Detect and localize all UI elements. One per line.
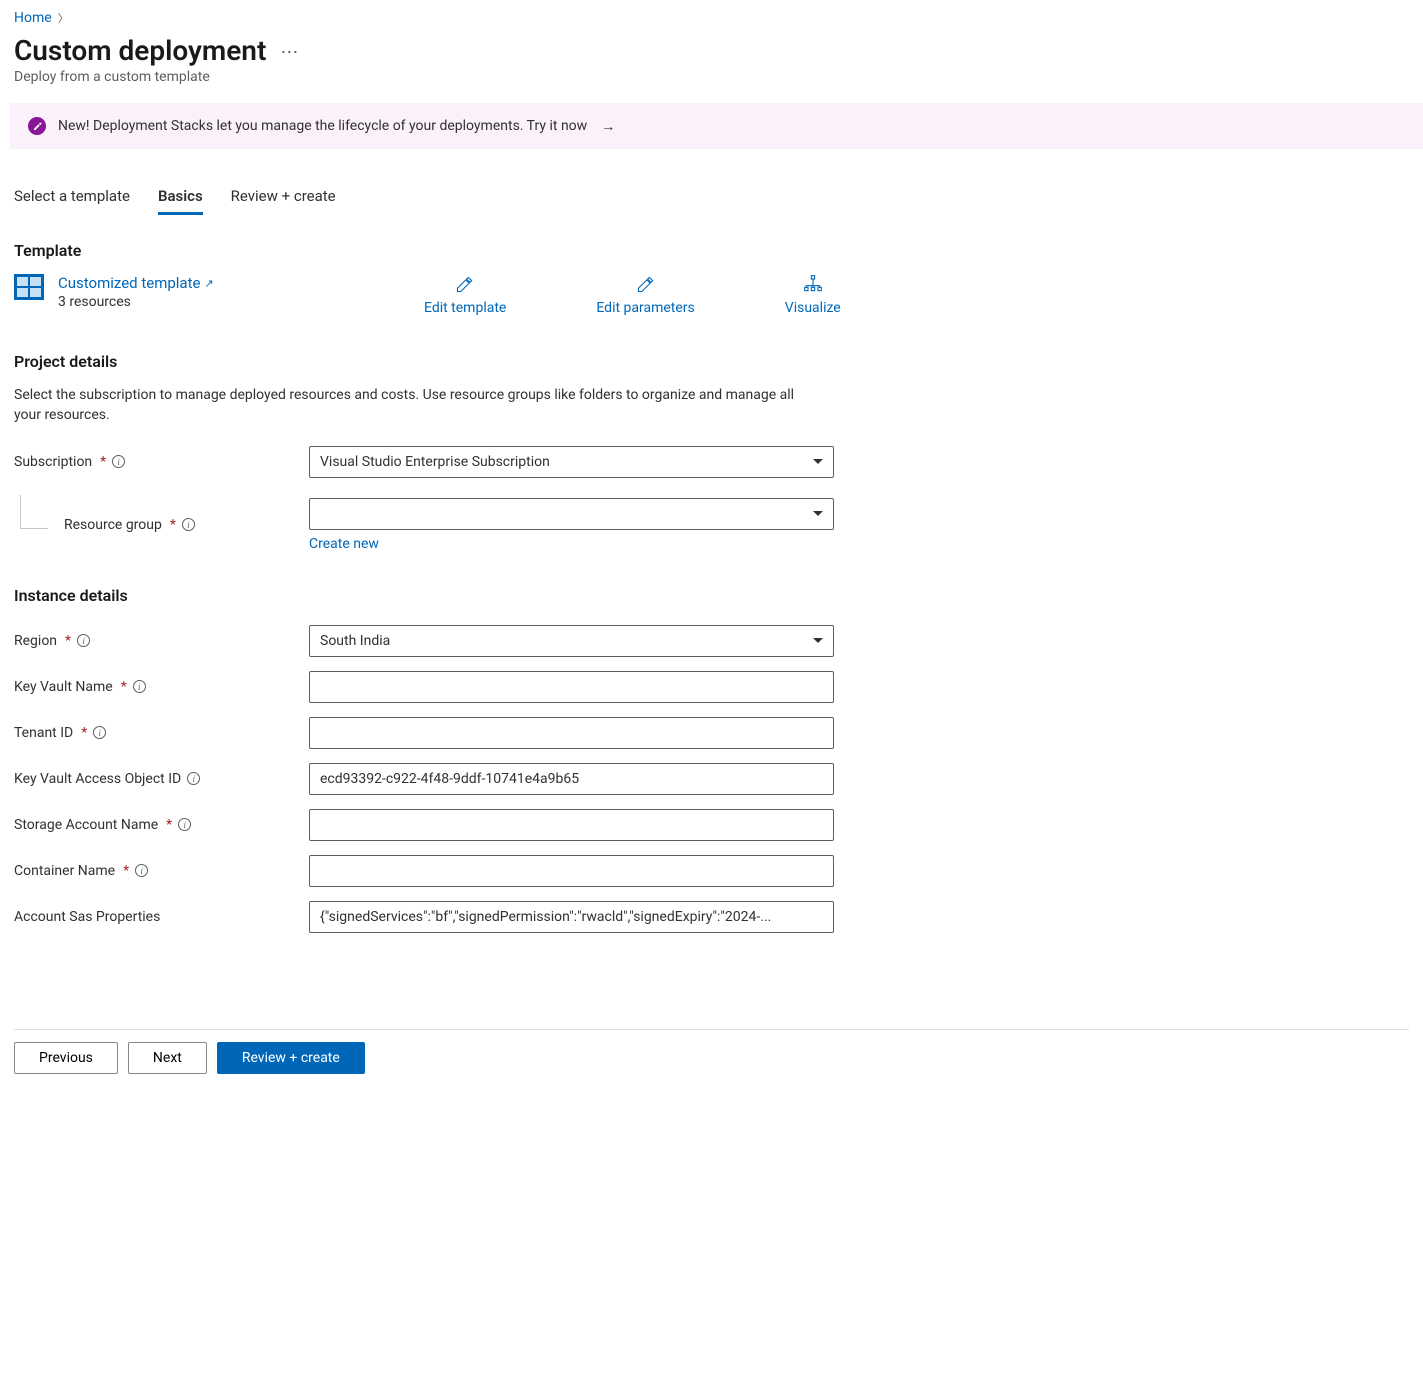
tab-review-create[interactable]: Review + create — [231, 187, 336, 213]
kv-obj-id-input[interactable] — [309, 763, 834, 795]
required-asterisk: * — [166, 817, 172, 833]
required-asterisk: * — [121, 679, 127, 695]
required-asterisk: * — [170, 517, 176, 533]
required-asterisk: * — [100, 454, 106, 470]
resource-group-label: Resource group — [64, 517, 162, 533]
tenant-id-label: Tenant ID — [14, 725, 73, 741]
required-asterisk: * — [65, 633, 71, 649]
container-name-input[interactable] — [309, 855, 834, 887]
info-icon[interactable]: i — [112, 455, 125, 468]
kv-obj-id-label: Key Vault Access Object ID — [14, 771, 181, 787]
template-link-label: Customized template — [58, 274, 200, 292]
info-icon[interactable]: i — [187, 772, 200, 785]
tree-connector-icon — [20, 495, 48, 529]
wizard-footer: Previous Next Review + create — [14, 1029, 1409, 1094]
edit-parameters-label: Edit parameters — [596, 300, 694, 316]
info-banner[interactable]: New! Deployment Stacks let you manage th… — [10, 103, 1423, 149]
sas-props-label: Account Sas Properties — [14, 909, 160, 925]
resource-group-select[interactable] — [309, 498, 834, 530]
more-actions-icon[interactable]: ⋯ — [280, 42, 299, 63]
chevron-right-icon: 〉 — [58, 10, 69, 26]
edit-parameters-action[interactable]: Edit parameters — [596, 274, 694, 316]
visualize-label: Visualize — [785, 300, 841, 316]
info-icon[interactable]: i — [77, 634, 90, 647]
previous-button[interactable]: Previous — [14, 1042, 118, 1074]
tab-select-template[interactable]: Select a template — [14, 187, 130, 213]
edit-template-label: Edit template — [424, 300, 506, 316]
info-icon[interactable]: i — [135, 864, 148, 877]
tree-icon — [803, 274, 823, 294]
region-label: Region — [14, 633, 57, 649]
tenant-id-input[interactable] — [309, 717, 834, 749]
pencil-icon — [636, 274, 656, 294]
info-icon[interactable]: i — [133, 680, 146, 693]
subscription-label: Subscription — [14, 454, 92, 470]
template-icon — [14, 274, 44, 300]
sas-props-input[interactable] — [309, 901, 834, 933]
subscription-select[interactable] — [309, 446, 834, 478]
banner-text: New! Deployment Stacks let you manage th… — [58, 118, 587, 134]
next-button[interactable]: Next — [128, 1042, 207, 1074]
review-create-button[interactable]: Review + create — [217, 1042, 365, 1074]
rocket-icon — [28, 117, 46, 135]
project-description: Select the subscription to manage deploy… — [14, 385, 794, 426]
arrow-right-icon: → — [601, 118, 615, 135]
info-icon[interactable]: i — [93, 726, 106, 739]
info-icon[interactable]: i — [178, 818, 191, 831]
section-template-heading: Template — [14, 241, 1409, 260]
template-resources-count: 3 resources — [58, 294, 214, 310]
breadcrumb-home-link[interactable]: Home — [14, 10, 52, 26]
section-project-heading: Project details — [14, 352, 1409, 371]
info-icon[interactable]: i — [182, 518, 195, 531]
create-new-link[interactable]: Create new — [309, 536, 379, 552]
required-asterisk: * — [81, 725, 87, 741]
visualize-action[interactable]: Visualize — [785, 274, 841, 316]
required-asterisk: * — [123, 863, 129, 879]
page-subtitle: Deploy from a custom template — [14, 69, 1409, 85]
storage-name-label: Storage Account Name — [14, 817, 158, 833]
kv-name-input[interactable] — [309, 671, 834, 703]
section-instance-heading: Instance details — [14, 586, 1409, 605]
external-link-icon: ↗ — [204, 277, 213, 290]
container-name-label: Container Name — [14, 863, 115, 879]
pencil-icon — [455, 274, 475, 294]
kv-name-label: Key Vault Name — [14, 679, 113, 695]
page-title: Custom deployment — [14, 34, 266, 67]
wizard-tabs: Select a template Basics Review + create — [14, 187, 1409, 213]
region-select[interactable] — [309, 625, 834, 657]
breadcrumb: Home 〉 — [14, 10, 1409, 26]
edit-template-action[interactable]: Edit template — [424, 274, 506, 316]
tab-basics[interactable]: Basics — [158, 187, 203, 213]
customized-template-link[interactable]: Customized template ↗ — [58, 274, 214, 292]
storage-name-input[interactable] — [309, 809, 834, 841]
